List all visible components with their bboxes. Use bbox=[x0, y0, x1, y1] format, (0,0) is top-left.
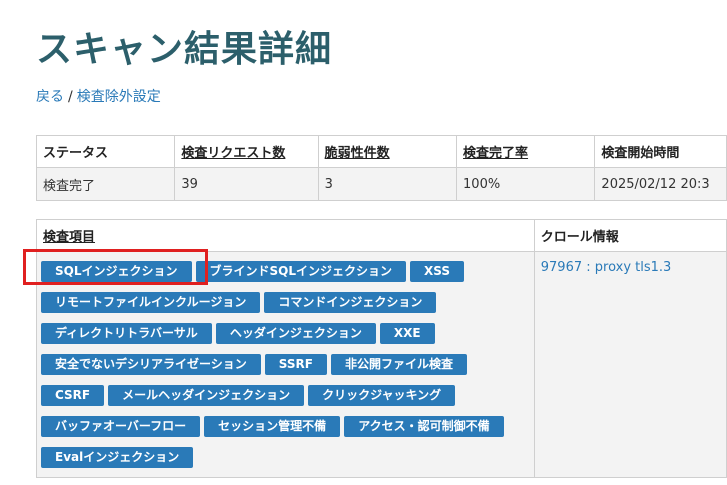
scan-item-tag[interactable]: ヘッダインジェクション bbox=[215, 323, 376, 344]
completion-rate-value: 100% bbox=[456, 167, 596, 201]
crawl-info-link[interactable]: 97967 : proxy tls1.3 bbox=[541, 260, 672, 275]
request-count-header[interactable]: 検査リクエスト数 bbox=[174, 135, 319, 168]
scan-item-tag[interactable]: SSRF bbox=[264, 354, 327, 375]
status-header: ステータス bbox=[35, 135, 176, 168]
status-data-row: 検査完了 39 3 100% 2025/02/12 20:3 bbox=[35, 167, 727, 201]
scan-item-tag[interactable]: XXE bbox=[379, 323, 435, 344]
scan-item-tag[interactable]: SQLインジェクション bbox=[41, 261, 192, 282]
crawl-info-header: クロール情報 bbox=[533, 219, 727, 252]
detail-header-row: 検査項目 クロール情報 bbox=[36, 219, 727, 252]
scan-item-tag[interactable]: ブラインドSQLインジェクション bbox=[195, 261, 406, 282]
back-link[interactable]: 戻る bbox=[36, 89, 64, 105]
scan-item-tag[interactable]: バッファオーバーフロー bbox=[41, 416, 201, 437]
scan-item-tag[interactable]: 安全でないデシリアライゼーション bbox=[41, 354, 261, 375]
scan-item-tag[interactable]: メールヘッダインジェクション bbox=[108, 385, 305, 406]
breadcrumb: 戻る / 検査除外設定 bbox=[36, 86, 161, 106]
page-title: スキャン結果詳細 bbox=[36, 29, 333, 70]
start-time-value: 2025/02/12 20:3 bbox=[594, 167, 727, 201]
crawl-info-cell: 97967 : proxy tls1.3 bbox=[533, 251, 727, 478]
scan-items-header[interactable]: 検査項目 bbox=[36, 219, 535, 252]
exclusion-settings-link[interactable]: 検査除外設定 bbox=[77, 89, 161, 105]
scan-item-tag[interactable]: 非公開ファイル検査 bbox=[330, 354, 467, 375]
scan-item-tags: SQLインジェクション ブラインドSQLインジェクション XSS リモートファイルイン… bbox=[37, 252, 534, 477]
scan-item-tag[interactable]: Evalインジェクション bbox=[41, 447, 194, 468]
status-table: ステータス 検査リクエスト数 脆弱性件数 検査完了率 検査開始時間 検査完了 3… bbox=[35, 135, 727, 201]
request-count-value: 39 bbox=[174, 167, 319, 201]
status-header-row: ステータス 検査リクエスト数 脆弱性件数 検査完了率 検査開始時間 bbox=[35, 135, 727, 168]
scan-item-tag[interactable]: ディレクトリトラバーサル bbox=[41, 323, 212, 344]
scan-item-tag[interactable]: CSRF bbox=[41, 385, 105, 406]
scan-item-tag[interactable]: セッション管理不備 bbox=[204, 416, 341, 437]
vuln-count-value: 3 bbox=[317, 167, 458, 201]
status-value: 検査完了 bbox=[35, 167, 176, 201]
scan-item-tag[interactable]: リモートファイルインクルージョン bbox=[41, 292, 261, 313]
vuln-count-header[interactable]: 脆弱性件数 bbox=[317, 135, 458, 168]
breadcrumb-separator: / bbox=[68, 89, 73, 105]
scan-items-cell: SQLインジェクション ブラインドSQLインジェクション XSS リモートファイルイン… bbox=[36, 251, 535, 478]
completion-rate-header[interactable]: 検査完了率 bbox=[456, 135, 596, 168]
scan-item-tag[interactable]: クリックジャッキング bbox=[308, 385, 456, 406]
start-time-header: 検査開始時間 bbox=[594, 135, 727, 168]
detail-table: 検査項目 クロール情報 SQLインジェクション ブラインドSQLインジェクション X… bbox=[36, 219, 727, 478]
scan-item-tag[interactable]: XSS bbox=[410, 261, 464, 282]
scan-item-tag[interactable]: コマンドインジェクション bbox=[264, 292, 437, 313]
detail-data-row: SQLインジェクション ブラインドSQLインジェクション XSS リモートファイルイン… bbox=[36, 251, 727, 478]
scan-item-tag[interactable]: アクセス・認可制御不備 bbox=[344, 416, 504, 437]
